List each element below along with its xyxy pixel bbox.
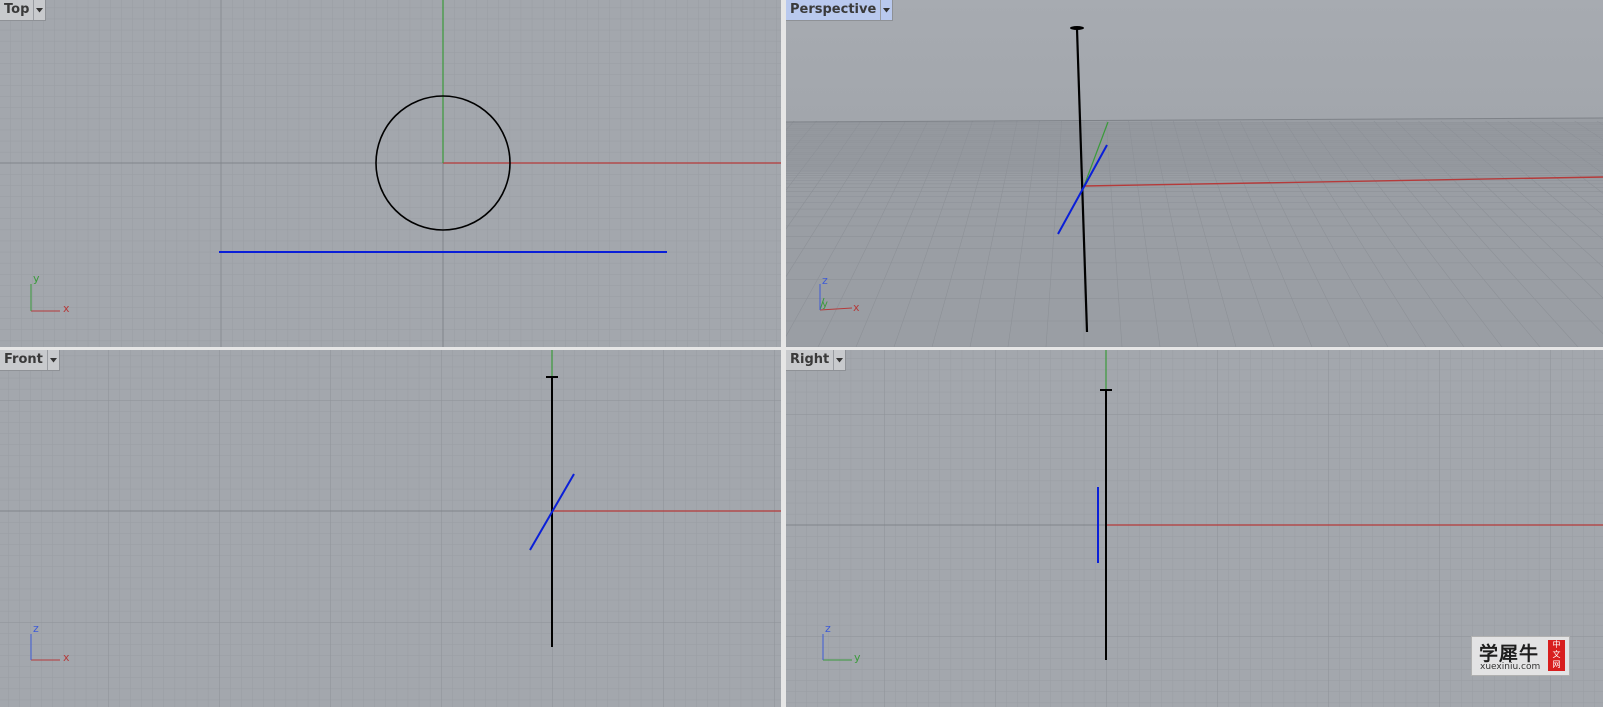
viewport-top[interactable]: x y Top — [0, 0, 781, 347]
triangle-down-icon[interactable] — [46, 350, 59, 370]
viewport-title: Front — [4, 352, 43, 367]
watermark-tag-char: 中 — [1552, 640, 1561, 649]
watermark-domain-text: xuexiniu.com — [1480, 662, 1541, 672]
triangle-down-icon[interactable] — [833, 350, 845, 370]
gizmo-x-label: x — [853, 301, 860, 314]
gizmo-x-label: x — [63, 651, 70, 664]
triangle-down-icon[interactable] — [880, 0, 892, 20]
curve-end-marker — [1070, 26, 1084, 30]
watermark-red-tag: 中 文 网 — [1548, 640, 1565, 671]
watermark-tag-char: 文 — [1552, 650, 1561, 659]
gizmo-z-label: z — [33, 622, 39, 635]
watermark-tag-char: 网 — [1552, 660, 1561, 669]
viewport-tab-front[interactable]: Front — [0, 350, 60, 371]
viewport-title: Top — [4, 2, 30, 17]
gizmo-y-label: y — [822, 299, 828, 310]
viewport-perspective-canvas[interactable]: x y z — [786, 0, 1603, 347]
triangle-down-icon[interactable] — [33, 0, 45, 20]
viewport-front[interactable]: x z Front — [0, 350, 781, 707]
gizmo-y-label: y — [33, 272, 40, 285]
gizmo-z-label: z — [825, 622, 831, 635]
gizmo-y-label: y — [854, 651, 861, 664]
viewport-front-canvas[interactable]: x z — [0, 350, 781, 707]
viewport-perspective[interactable]: x y z Perspective — [786, 0, 1603, 347]
viewport-title: Right — [790, 352, 830, 367]
gizmo-z-label: z — [822, 274, 828, 287]
viewport-tab-top[interactable]: Top — [0, 0, 47, 21]
watermark-logo: 学犀牛 xuexiniu.com 中 文 网 — [1471, 636, 1570, 676]
viewport-title: Perspective — [790, 2, 877, 17]
gizmo-x-label: x — [63, 302, 70, 315]
viewport-top-canvas[interactable]: x y — [0, 0, 781, 347]
viewport-tab-right[interactable]: Right — [786, 350, 847, 371]
viewport-tab-perspective[interactable]: Perspective — [786, 0, 894, 21]
